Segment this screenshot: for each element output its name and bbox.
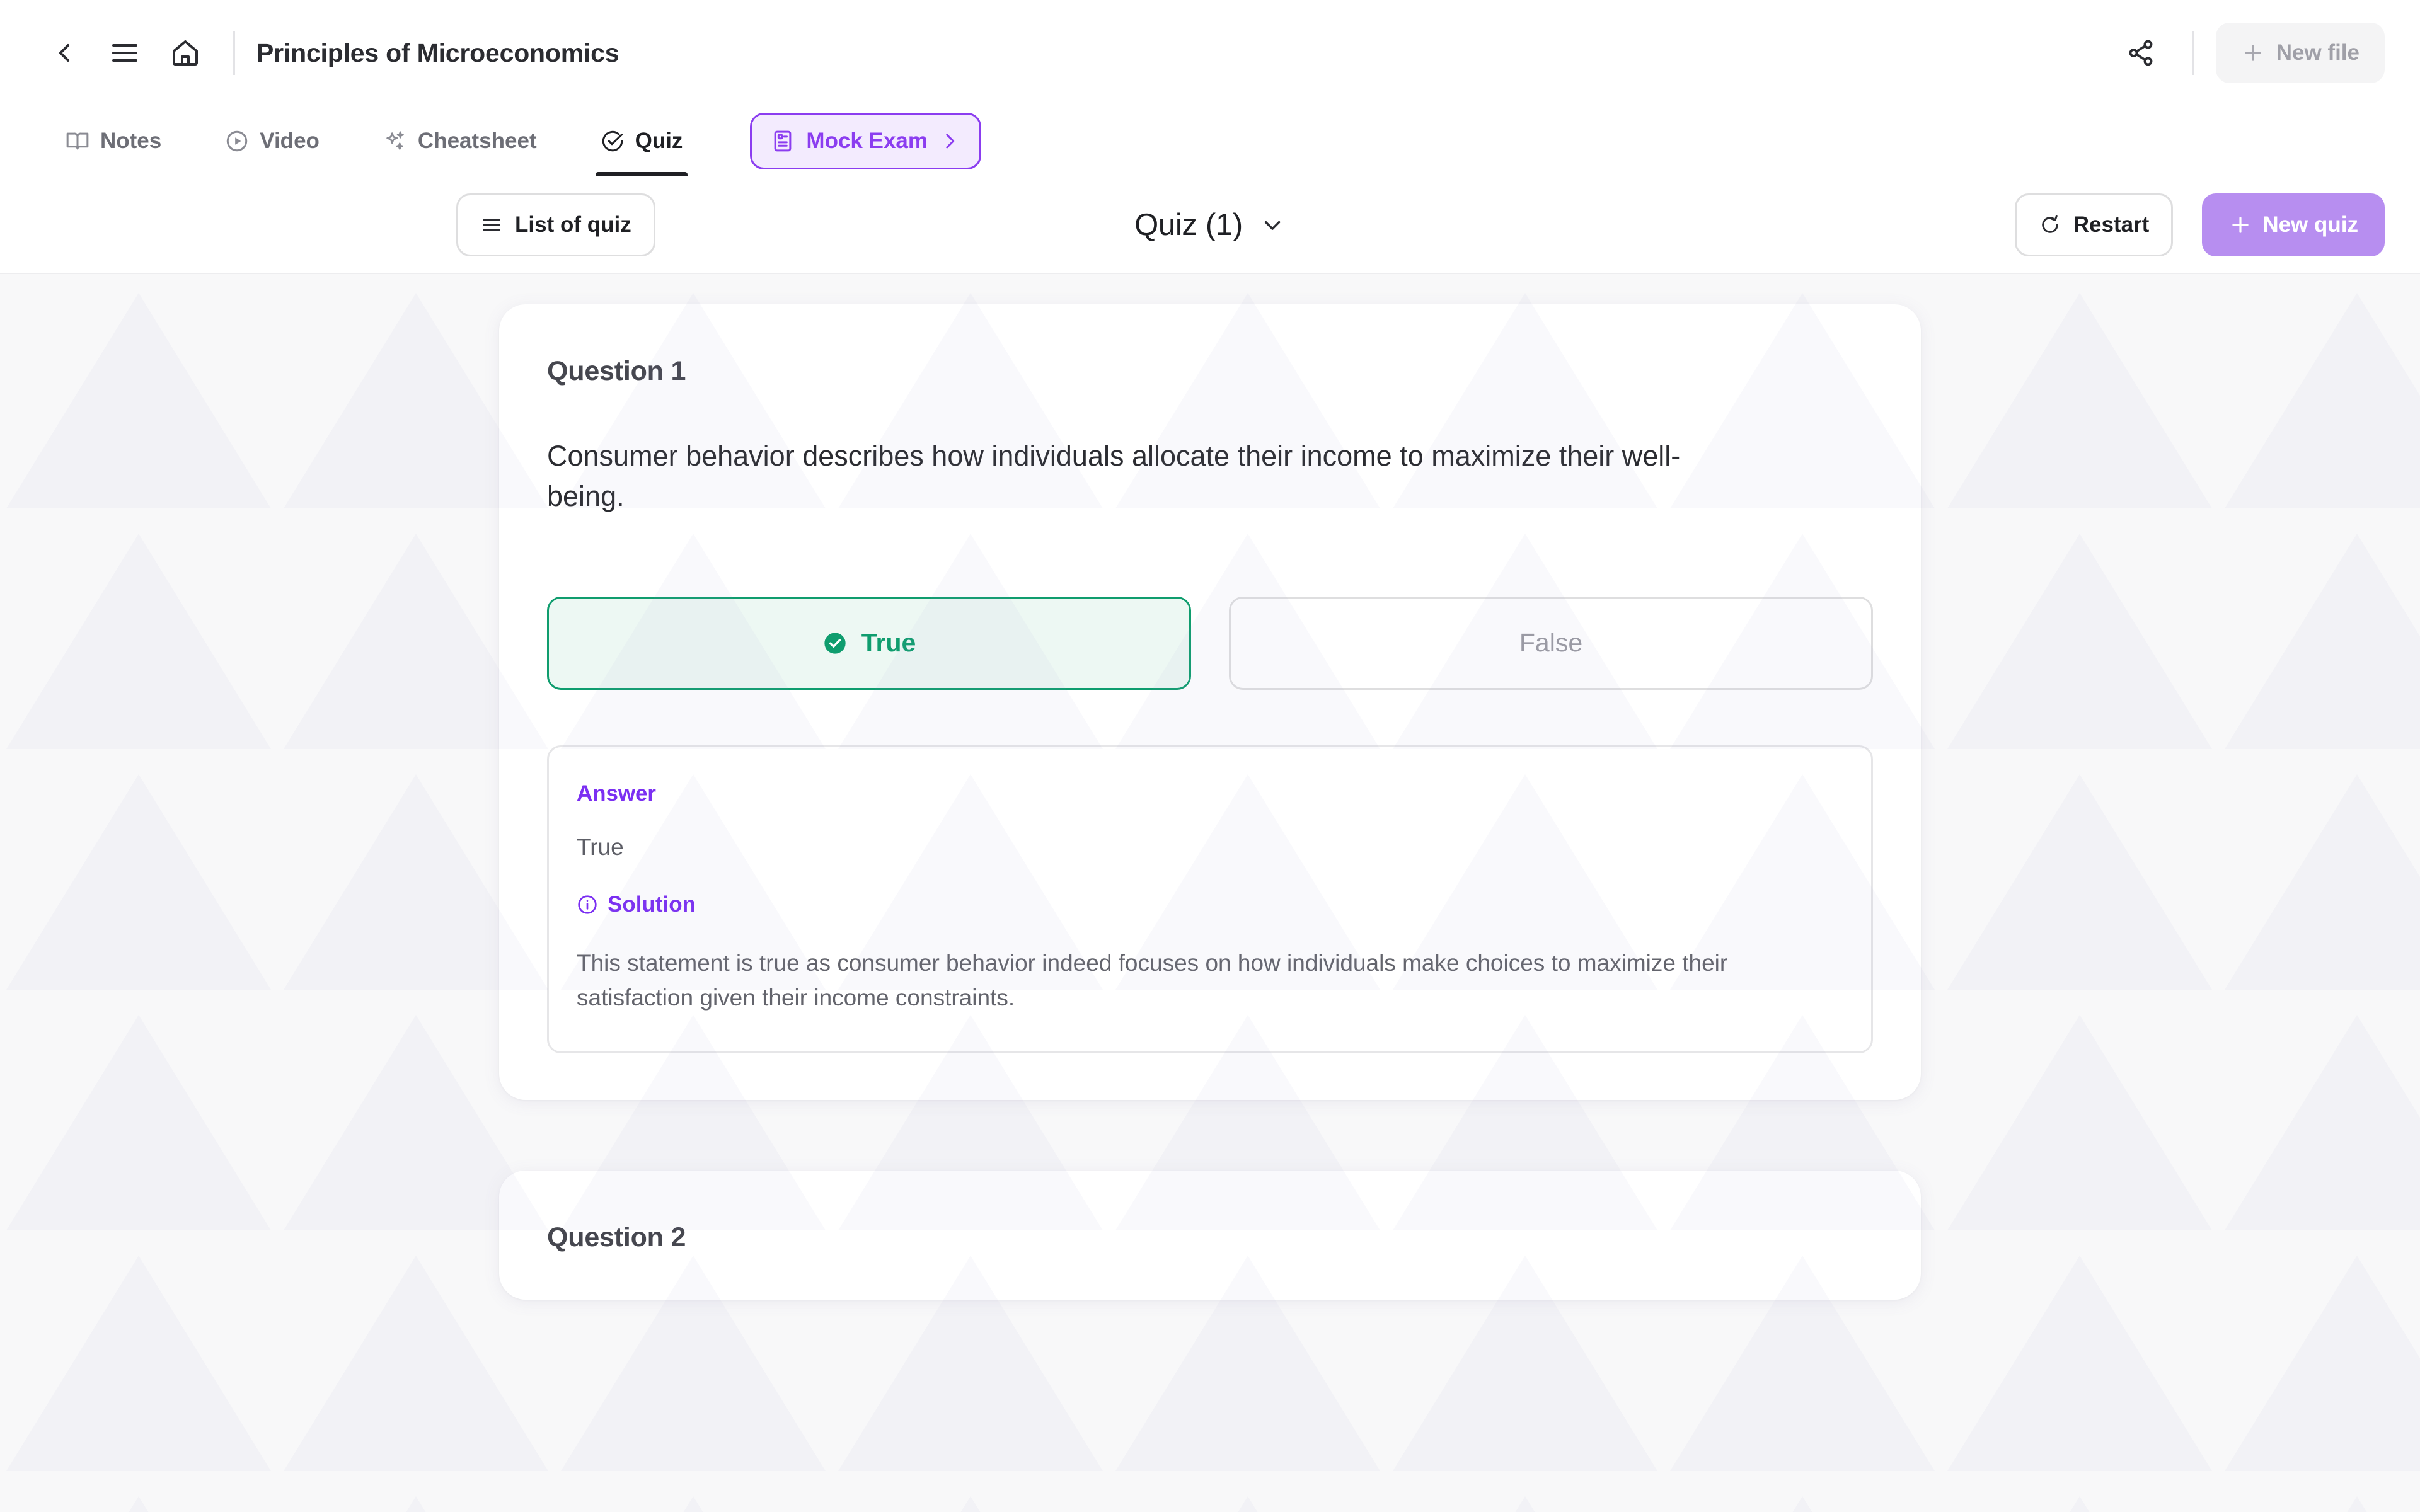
choice-false[interactable]: False (1229, 596, 1873, 690)
top-bar-divider (233, 31, 235, 75)
top-bar-right-group: New file (2111, 23, 2385, 83)
new-file-label: New file (2276, 40, 2360, 65)
check-filled-icon (822, 631, 848, 656)
mock-exam-button[interactable]: Mock Exam (750, 113, 982, 169)
question-card: Question 1 Consumer behavior describes h… (499, 304, 1921, 1101)
sparkles-icon (383, 129, 407, 153)
book-open-icon (66, 129, 89, 153)
choice-true[interactable]: True (547, 596, 1191, 690)
quiz-content-area: Question 1 Consumer behavior describes h… (0, 274, 2420, 1512)
back-button[interactable] (34, 23, 95, 83)
quiz-toolbar: List of quiz Quiz (1) Restart New quiz (0, 176, 2420, 274)
choice-group: True False (547, 596, 1873, 690)
exam-paper-icon (771, 129, 795, 153)
share-icon (2126, 38, 2155, 67)
list-of-quiz-wrapper: List of quiz (456, 193, 655, 256)
restart-label: Restart (2073, 212, 2150, 237)
tab-quiz[interactable]: Quiz (595, 106, 688, 176)
tab-video[interactable]: Video (220, 106, 325, 176)
tab-bar: Notes Video Cheatsheet Quiz Mock Exam (0, 106, 2420, 176)
quiz-scroll-area[interactable]: Question 1 Consumer behavior describes h… (0, 274, 2420, 1512)
top-bar-right-divider (2192, 31, 2194, 75)
question-heading: Question 1 (547, 356, 686, 386)
chevron-down-icon (1259, 212, 1286, 238)
solution-heading: Solution (577, 892, 1843, 917)
answer-box: Answer True Solution This statement is t… (547, 745, 1873, 1054)
quiz-selector[interactable]: Quiz (1) (1126, 202, 1294, 248)
info-circle-icon (577, 894, 598, 915)
tab-video-label: Video (260, 129, 320, 153)
new-quiz-button[interactable]: New quiz (2202, 193, 2385, 256)
tab-cheatsheet[interactable]: Cheatsheet (378, 106, 542, 176)
play-circle-icon (225, 129, 249, 153)
plus-icon (2241, 41, 2265, 65)
question-text: Consumer behavior describes how individu… (547, 440, 1681, 512)
check-circle-icon (601, 129, 625, 153)
new-file-button[interactable]: New file (2215, 23, 2385, 83)
plus-icon (2228, 213, 2252, 237)
tab-notes-label: Notes (100, 129, 162, 153)
quiz-app-window: Principles of Microeconomics New file No… (0, 0, 2420, 1512)
chevron-left-icon (49, 38, 79, 68)
list-of-quiz-button[interactable]: List of quiz (456, 193, 655, 256)
solution-text: This statement is true as consumer behav… (577, 949, 1728, 1011)
top-bar-left-group: Principles of Microeconomics (34, 23, 619, 83)
choice-false-label: False (1519, 628, 1583, 658)
menu-button[interactable] (95, 23, 155, 83)
list-icon (480, 214, 503, 236)
choice-true-label: True (861, 628, 916, 658)
refresh-icon (2039, 214, 2061, 236)
mock-exam-label: Mock Exam (806, 129, 928, 153)
top-bar: Principles of Microeconomics New file (0, 0, 2420, 106)
home-icon (170, 38, 200, 68)
quiz-title-label: Quiz (1) (1134, 207, 1243, 242)
share-button[interactable] (2111, 23, 2171, 83)
question-card: Question 2 (499, 1171, 1921, 1300)
solution-label: Solution (608, 891, 696, 917)
hamburger-menu-icon (110, 38, 140, 68)
answer-label: Answer (577, 781, 656, 806)
list-of-quiz-label: List of quiz (515, 212, 631, 237)
answer-value: True (577, 833, 624, 860)
quiz-toolbar-actions: Restart New quiz (2014, 193, 2385, 256)
question-heading: Question 2 (547, 1222, 686, 1253)
chevron-right-icon (939, 130, 960, 152)
restart-button[interactable]: Restart (2014, 193, 2174, 256)
tab-notes[interactable]: Notes (60, 106, 166, 176)
tab-cheatsheet-label: Cheatsheet (417, 129, 537, 153)
tab-quiz-label: Quiz (635, 129, 683, 153)
home-button[interactable] (155, 23, 216, 83)
new-quiz-label: New quiz (2262, 212, 2358, 237)
page-title: Principles of Microeconomics (256, 38, 619, 67)
